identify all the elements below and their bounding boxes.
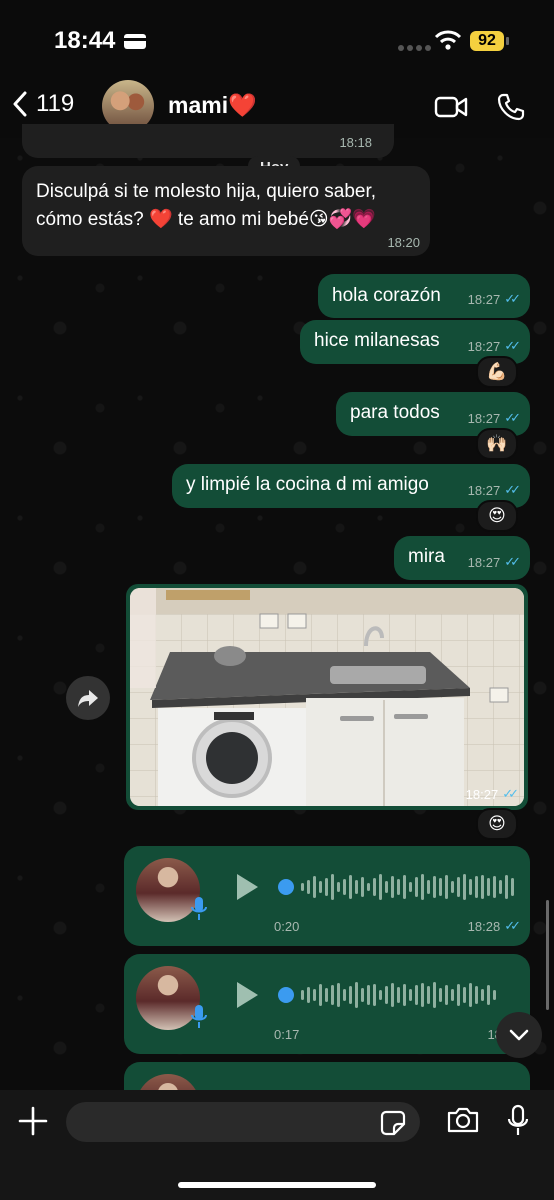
composer-bar [0, 1090, 554, 1200]
read-ticks-icon: ✓✓ [504, 291, 521, 306]
video-call-icon[interactable] [434, 95, 468, 119]
microphone-icon [191, 1005, 207, 1028]
message-time: 18:27 [467, 482, 501, 498]
incoming-message-line-2: cómo estás? ❤️ te amo mi bebé😘💞💗 [36, 209, 377, 230]
message-time: 18:27 [467, 410, 501, 426]
phone-icon[interactable] [496, 92, 526, 122]
battery-cap [506, 37, 509, 45]
chevron-down-icon [509, 1029, 529, 1041]
microphone-icon [191, 897, 207, 920]
photo-illustration [130, 588, 524, 806]
message-time: 18:27 [467, 554, 501, 570]
message-time: 18:18 [339, 135, 372, 150]
signal-icon [398, 38, 434, 56]
home-indicator [178, 1182, 376, 1188]
unread-count: 119 [36, 90, 75, 117]
message-reaction[interactable]: 😍 [476, 808, 518, 840]
message-text: hola corazón [332, 285, 441, 306]
status-time: 18:44 [54, 27, 116, 54]
incoming-message-line-1: Disculpá si te molesto hija, quiero sabe… [36, 181, 377, 202]
message-time: 18:28 [467, 918, 501, 934]
message-time: 18:27 [465, 786, 499, 802]
microphone-icon[interactable] [506, 1104, 530, 1138]
message-input[interactable] [66, 1102, 420, 1142]
voice-duration: 0:17 [274, 1027, 300, 1042]
read-ticks-icon: ✓✓ [504, 338, 521, 353]
partial-incoming-bubble[interactable]: 18:18 [22, 124, 394, 158]
incoming-message[interactable]: Disculpá si te molesto hija, quiero sabe… [22, 166, 430, 256]
wifi-icon [434, 30, 462, 50]
wallet-card-icon [124, 34, 146, 49]
read-ticks-icon: ✓✓ [504, 554, 521, 569]
voice-message[interactable]: 0:17 18:28 [124, 954, 530, 1054]
forward-button[interactable] [66, 676, 110, 720]
outgoing-message[interactable]: y limpié la cocina d mi amigo 18:27 ✓✓ [172, 464, 530, 508]
kitchen-photo[interactable] [130, 588, 524, 806]
forward-icon [78, 690, 98, 707]
message-text: para todos [350, 402, 440, 423]
message-text: hice milanesas [314, 330, 440, 351]
sticker-icon[interactable] [380, 1110, 406, 1136]
status-bar: 18:44 92 [0, 0, 554, 80]
play-icon[interactable] [234, 980, 260, 1010]
message-time: 18:20 [387, 235, 420, 250]
message-time: 18:27 [467, 338, 501, 354]
chevron-left-icon [13, 91, 27, 117]
voice-message-partial[interactable] [124, 1062, 530, 1090]
image-message[interactable]: 18:27 ✓✓ [126, 584, 528, 810]
read-ticks-icon: ✓✓ [504, 410, 521, 425]
read-ticks-icon: ✓✓ [504, 918, 521, 933]
outgoing-message[interactable]: hola corazón 18:27 ✓✓ [318, 274, 530, 318]
back-button[interactable]: 119 [12, 90, 74, 118]
message-text: mira [408, 546, 445, 567]
message-reaction[interactable]: 💪🏻 [476, 356, 518, 388]
outgoing-message[interactable]: mira 18:27 ✓✓ [394, 536, 530, 580]
scroll-to-bottom-button[interactable] [496, 1012, 542, 1058]
voice-duration: 0:20 [274, 919, 300, 934]
sender-avatar [136, 1074, 200, 1090]
battery-level: 92 [470, 31, 504, 51]
contact-name[interactable]: mami❤️ [168, 92, 257, 119]
message-time: 18:27 [467, 291, 501, 307]
scrollbar[interactable] [546, 900, 549, 1010]
voice-message[interactable]: 0:20 18:28 ✓✓ [124, 846, 530, 946]
message-reaction[interactable]: 😍 [476, 500, 518, 532]
camera-icon[interactable] [446, 1106, 480, 1134]
plus-icon[interactable] [18, 1106, 48, 1136]
read-ticks-icon: ✓✓ [502, 786, 519, 801]
waveform[interactable] [278, 980, 496, 1010]
message-text: y limpié la cocina d mi amigo [186, 474, 429, 495]
message-reaction[interactable]: 🙌🏻 [476, 428, 518, 460]
read-ticks-icon: ✓✓ [504, 482, 521, 497]
play-icon[interactable] [234, 872, 260, 902]
waveform[interactable] [278, 872, 514, 902]
